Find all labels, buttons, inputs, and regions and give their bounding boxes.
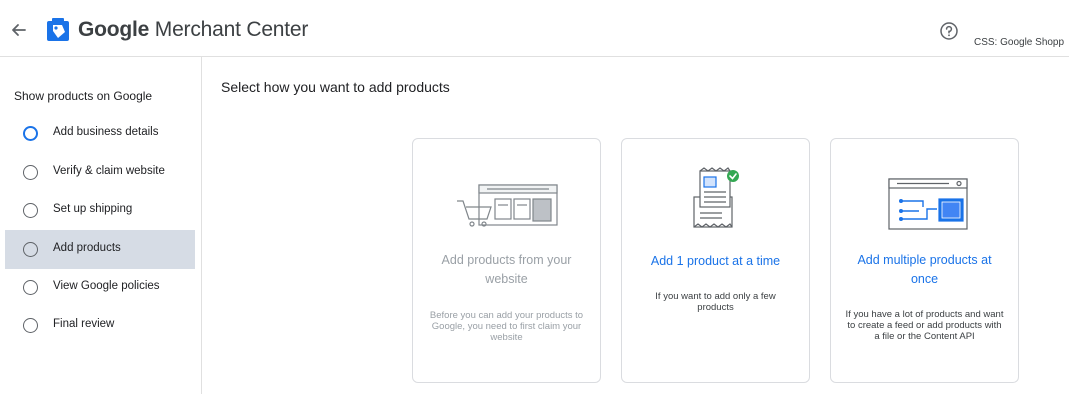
- card-add-from-website: Add products from your website Before yo…: [412, 138, 601, 383]
- card-description: If you want to add only a few products: [655, 291, 776, 313]
- single-product-document-icon: [693, 167, 739, 228]
- step-status-circle-icon: [23, 318, 38, 333]
- setup-sidebar: Show products on Google Add business det…: [0, 57, 202, 394]
- card-description: Before you can add your products to Goog…: [429, 310, 584, 343]
- card-title: Add products from your website: [441, 253, 572, 286]
- step-status-circle-icon: [23, 242, 38, 257]
- sidebar-title: Show products on Google: [14, 89, 153, 103]
- step-status-circle-icon: [23, 165, 38, 180]
- brand-google: Google: [78, 18, 150, 41]
- card-title: Add multiple products at once: [857, 253, 992, 286]
- card-title: Add 1 product at a time: [650, 254, 781, 268]
- app-title: Google Merchant Center: [78, 18, 308, 42]
- sidebar-step-label: Set up shipping: [53, 203, 133, 215]
- app-header: Google Merchant Center CSS: Google Shopp: [0, 0, 1069, 57]
- help-circle-icon[interactable]: [939, 21, 959, 41]
- sidebar-step-label: Verify & claim website: [53, 165, 165, 177]
- card-add-multiple-products[interactable]: Add multiple products at once If you hav…: [830, 138, 1019, 383]
- step-status-circle-icon: [23, 203, 38, 218]
- sidebar-step-label: Final review: [53, 318, 115, 330]
- arrow-left-icon[interactable]: [9, 20, 29, 40]
- sidebar-step-view-google-policies[interactable]: View Google policies: [5, 268, 195, 307]
- page-title: Select how you want to add products: [221, 79, 450, 95]
- account-name[interactable]: CSS: Google Shopp: [974, 37, 1069, 48]
- card-description: If you have a lot of products and want t…: [845, 309, 1004, 342]
- storefront-illustration-icon: [457, 184, 558, 227]
- sidebar-step-label: View Google policies: [53, 280, 160, 292]
- sidebar-step-set-up-shipping[interactable]: Set up shipping: [5, 191, 195, 230]
- sidebar-step-verify-claim-website[interactable]: Verify & claim website: [5, 153, 195, 192]
- brand-product: Merchant Center: [154, 18, 309, 41]
- sidebar-step-final-review[interactable]: Final review: [5, 306, 195, 345]
- multiple-products-feed-icon: [888, 178, 968, 230]
- step-status-circle-icon: [23, 280, 38, 295]
- card-add-one-product[interactable]: Add 1 product at a time If you want to a…: [621, 138, 810, 383]
- sidebar-step-label: Add products: [53, 242, 121, 254]
- sidebar-step-label: Add business details: [53, 126, 159, 138]
- step-status-circle-icon: [23, 126, 38, 141]
- sidebar-step-add-products[interactable]: Add products: [5, 230, 195, 269]
- sidebar-step-add-business-details[interactable]: Add business details: [5, 114, 195, 153]
- merchant-center-logo: [47, 18, 69, 41]
